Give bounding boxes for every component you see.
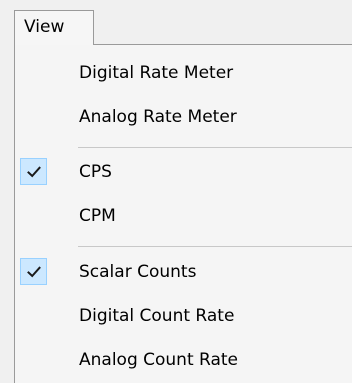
- menu-item-label: Analog Count Rate: [79, 350, 239, 370]
- menu-item-digital-count-rate[interactable]: Digital Count Rate: [15, 296, 352, 336]
- menu-item-label: CPM: [79, 206, 116, 226]
- check-highlight: [20, 158, 47, 185]
- menu-item-label: CPS: [79, 162, 112, 182]
- menu-item-scalar-counts[interactable]: Scalar Counts: [15, 252, 352, 292]
- menu-item-analog-count-rate[interactable]: Analog Count Rate: [15, 340, 352, 380]
- menu-item-label: Digital Count Rate: [79, 306, 235, 326]
- menu-top-border: [94, 44, 352, 45]
- menu-item-label: Scalar Counts: [79, 262, 197, 282]
- checkmark-icon: [27, 266, 41, 278]
- menu-item-label: Analog Rate Meter: [79, 107, 237, 127]
- menu-separator: [78, 246, 352, 247]
- check-highlight: [20, 258, 47, 285]
- menu-item-digital-rate-meter[interactable]: Digital Rate Meter: [15, 53, 352, 93]
- menu-item-cps[interactable]: CPS: [15, 152, 352, 192]
- menu-view[interactable]: View: [14, 10, 94, 45]
- menu-item-label: Digital Rate Meter: [79, 63, 234, 83]
- menu-bar: View: [0, 0, 352, 45]
- checkmark-icon: [27, 166, 41, 178]
- menu-separator: [78, 147, 352, 148]
- menu-item-analog-rate-meter[interactable]: Analog Rate Meter: [15, 97, 352, 137]
- view-dropdown-menu: Digital Rate Meter Analog Rate Meter CPS…: [0, 44, 352, 383]
- menu-item-cpm[interactable]: CPM: [15, 196, 352, 236]
